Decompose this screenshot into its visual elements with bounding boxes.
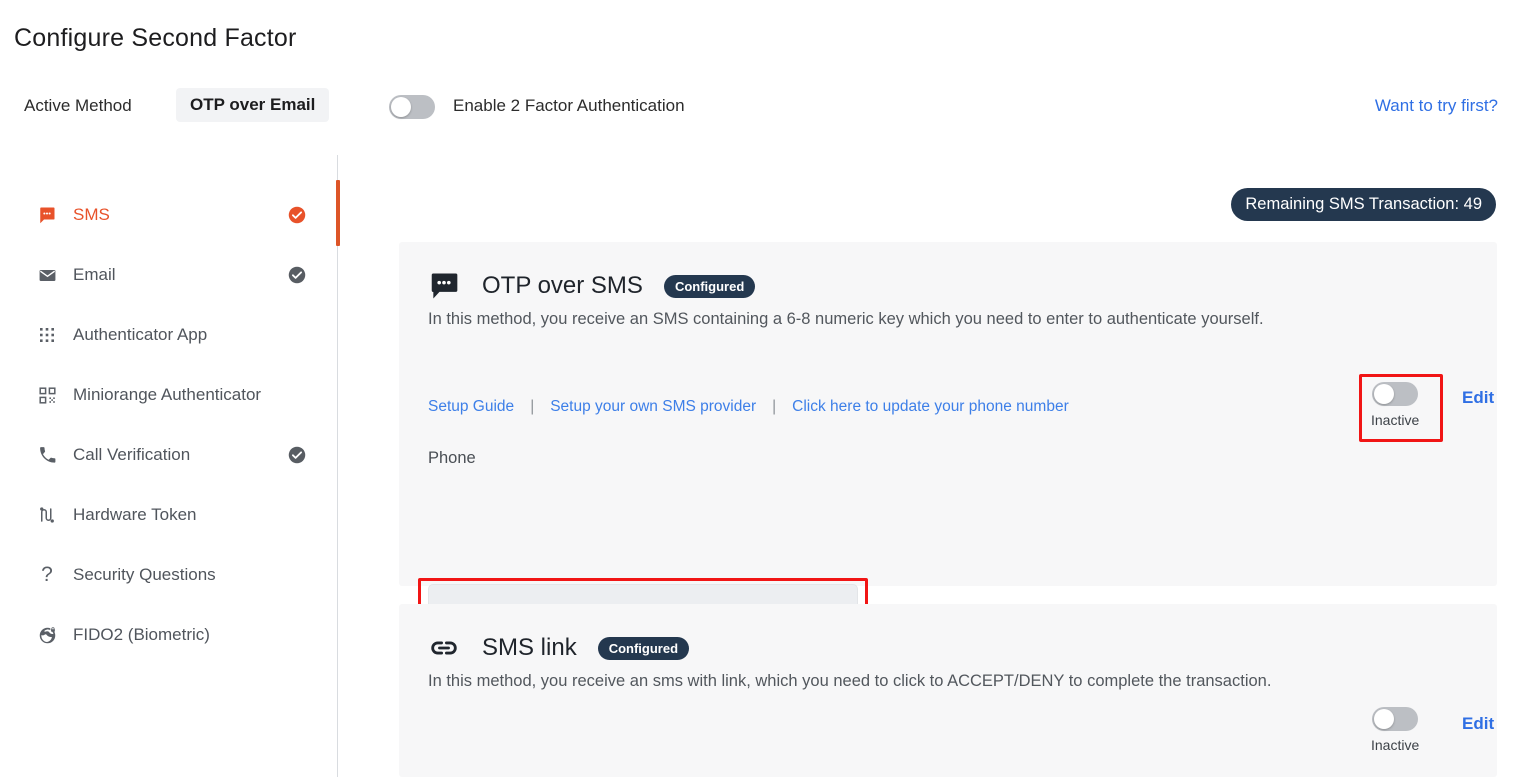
- page-title: Configure Second Factor: [14, 24, 297, 52]
- enable-2fa-label: Enable 2 Factor Authentication: [453, 96, 685, 115]
- configured-check-icon: [288, 446, 306, 464]
- card-title-row: OTP over SMS Configured: [428, 270, 756, 302]
- grid-dots-icon: [33, 327, 61, 343]
- link-separator: |: [530, 398, 535, 415]
- sidebar-item-label: SMS: [73, 205, 110, 224]
- sidebar-item-security-questions[interactable]: ? Security Questions: [0, 555, 338, 595]
- toggle-state-label: Inactive: [1371, 412, 1420, 428]
- toggle-knob: [391, 97, 411, 117]
- card-title-row: SMS link Configured: [428, 632, 690, 664]
- header-row: Active Method OTP over Email Enable 2 Fa…: [0, 88, 1526, 128]
- remaining-sms-transaction-badge: Remaining SMS Transaction: 49: [1231, 188, 1496, 221]
- sidebar-item-email[interactable]: Email: [0, 255, 338, 295]
- method-card-sms-link: SMS link Configured In this method, you …: [399, 604, 1497, 777]
- phone-call-icon: [33, 446, 61, 464]
- question-mark-icon: ?: [41, 563, 53, 586]
- update-phone-number-link[interactable]: Click here to update your phone number: [792, 398, 1069, 416]
- sidebar-item-label: Security Questions: [73, 565, 216, 584]
- enable-2fa-toggle[interactable]: [389, 95, 435, 119]
- card-title: SMS link: [482, 634, 577, 661]
- status-badge: Configured: [663, 274, 756, 298]
- sidebar-item-label: Email: [73, 265, 116, 284]
- hardware-token-icon: [33, 506, 61, 524]
- card-links-row: Setup Guide | Setup your own SMS provide…: [428, 398, 1069, 416]
- toggle-knob: [1374, 384, 1395, 404]
- phone-field-label: Phone: [428, 449, 476, 467]
- sidebar-item-sms[interactable]: SMS: [0, 195, 338, 235]
- sidebar-item-label: Call Verification: [73, 445, 191, 464]
- sidebar-item-authenticator-app[interactable]: Authenticator App: [0, 315, 338, 355]
- configured-check-icon: [288, 206, 306, 224]
- card-title: OTP over SMS: [482, 272, 643, 299]
- method-sidebar: SMS Email Authenticator App Miniorange A…: [0, 155, 340, 777]
- link-separator: |: [772, 398, 777, 415]
- setup-own-sms-provider-link[interactable]: Setup your own SMS provider: [550, 398, 756, 416]
- sidebar-item-label: Miniorange Authenticator: [73, 385, 262, 404]
- card-description: In this method, you receive an SMS conta…: [428, 310, 1264, 328]
- sms-link-toggle[interactable]: [1372, 707, 1419, 731]
- sidebar-item-label: FIDO2 (Biometric): [73, 625, 210, 644]
- toggle-knob: [1374, 709, 1395, 729]
- sidebar-item-label: Hardware Token: [73, 505, 197, 524]
- otp-over-sms-toggle[interactable]: [1372, 382, 1419, 406]
- method-toggle-group: Inactive: [1371, 382, 1419, 428]
- sidebar-item-hardware-token[interactable]: Hardware Token: [0, 495, 338, 535]
- want-to-try-first-link[interactable]: Want to try first?: [1375, 96, 1498, 116]
- card-description: In this method, you receive an sms with …: [428, 672, 1272, 690]
- edit-button-otp-over-sms[interactable]: Edit: [1462, 388, 1494, 408]
- active-method-value-pill: OTP over Email: [176, 88, 330, 122]
- sidebar-item-call-verification[interactable]: Call Verification: [0, 435, 338, 475]
- link-chain-icon: [428, 632, 460, 664]
- qr-code-icon: [33, 386, 61, 404]
- envelope-icon: [33, 266, 61, 285]
- sidebar-item-fido2-biometric[interactable]: FIDO2 (Biometric): [0, 615, 338, 655]
- configured-check-icon: [288, 266, 306, 284]
- toggle-state-label: Inactive: [1371, 737, 1420, 753]
- setup-guide-link[interactable]: Setup Guide: [428, 398, 514, 416]
- method-toggle-group: Inactive: [1371, 707, 1419, 753]
- sidebar-item-label: Authenticator App: [73, 325, 208, 344]
- active-method-label: Active Method: [24, 96, 132, 115]
- edit-button-sms-link[interactable]: Edit: [1462, 714, 1494, 734]
- status-badge: Configured: [597, 636, 690, 660]
- fido2-fingerprint-icon: [33, 626, 61, 645]
- sms-chat-icon: [428, 270, 460, 302]
- sms-chat-icon: [33, 206, 61, 224]
- sidebar-item-miniorange-authenticator[interactable]: Miniorange Authenticator: [0, 375, 338, 415]
- main-content: Remaining SMS Transaction: 49 OTP over S…: [339, 155, 1526, 777]
- method-card-otp-over-sms: OTP over SMS Configured In this method, …: [399, 242, 1497, 656]
